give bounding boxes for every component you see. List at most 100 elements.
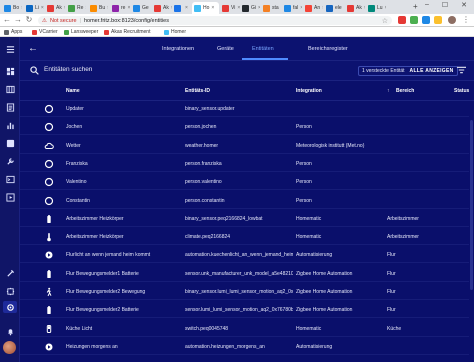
extension-icon[interactable] [422,16,430,24]
extension-icon[interactable] [398,16,406,24]
browser-tab[interactable]: Ak× [152,2,172,14]
table-row[interactable]: Heizungen morgens an automation.heizungen… [20,339,474,355]
browser-tab[interactable]: Lu× [366,2,386,14]
overview-icon[interactable] [3,65,17,77]
tab-close-icon[interactable]: × [107,5,108,11]
tab-close-icon[interactable]: × [127,5,130,11]
tab-close-icon[interactable]: × [41,5,44,11]
browser-tab[interactable]: An× [303,2,323,14]
table-row[interactable]: Updater binary_sensor.updater [20,101,474,117]
hacs-icon[interactable] [3,137,17,149]
table-row[interactable]: Flurlicht an wenn jemand heim kommt autom… [20,247,474,264]
logbook-icon[interactable] [3,101,17,113]
developer-tools-icon[interactable] [3,267,17,279]
bookmark-item[interactable]: Akas Recruitment [104,29,150,35]
show-all-button[interactable]: ALLE ANZEIGEN [410,68,454,74]
browser-tab[interactable]: Ak× [45,2,65,14]
column-header-integration[interactable]: Integration [296,88,322,94]
terminal-icon[interactable] [3,173,17,185]
bookmark-item[interactable]: Homer [164,29,186,35]
tab-close-icon[interactable]: × [185,5,188,11]
tab-close-icon[interactable]: × [64,5,65,11]
minimize-button[interactable]: – [420,1,434,8]
tab-integrations[interactable]: Integrationen [162,46,194,52]
bookmark-item[interactable]: Apps [4,29,22,35]
forward-nav-icon[interactable]: → [13,15,23,24]
settings-gear-icon[interactable] [3,301,17,313]
table-row[interactable]: Wetter weather.homer Meteorologisk institu… [20,138,474,154]
supervisor-icon[interactable] [3,285,17,297]
column-header-status[interactable]: Status [454,88,469,94]
scrollbar-thumb[interactable] [470,120,473,290]
table-row[interactable]: Küche Licht switch.peq0045748 Homematic Küc… [20,321,474,337]
search-input[interactable] [44,66,244,73]
browser-tab[interactable]: Ge× [131,2,151,14]
tab-favicon-icon [112,4,119,12]
browser-tab[interactable]: ele × [324,2,344,14]
tab-title: An [314,5,321,11]
browser-tab[interactable]: × [172,2,192,14]
tab-close-icon[interactable]: × [385,5,386,11]
back-nav-icon[interactable]: ← [2,15,12,24]
tab-close-icon[interactable]: × [211,5,214,11]
bookmark-star-icon[interactable]: ☆ [382,17,388,25]
tab-close-icon[interactable]: × [364,5,365,11]
browser-tab[interactable]: Re× [66,2,86,14]
extension-icon[interactable] [434,16,442,24]
column-header-name[interactable]: Name [66,88,80,94]
browser-tab[interactable]: Ho × [192,2,219,14]
url-field[interactable]: ⚠ Not secure | homer.fritz.box:8123/conf… [38,16,392,25]
tab-close-icon[interactable]: × [322,5,323,11]
user-avatar[interactable] [3,341,16,354]
browser-tab[interactable]: Li × [24,2,44,14]
profile-avatar[interactable] [448,16,456,24]
close-window-button[interactable]: ✕ [457,1,471,9]
notifications-bell-icon[interactable] [3,325,17,337]
browser-tab[interactable]: Gi × [240,2,260,14]
browser-tab[interactable]: re × [110,2,130,14]
filter-icon[interactable] [457,66,466,76]
table-row[interactable]: Jochen person.jochen Person [20,119,474,136]
table-row[interactable]: Arbeitszimmer Heizkörper climate.peq21668… [20,229,474,246]
browser-tab[interactable]: Bu× [88,2,108,14]
tab-title: ele [335,5,342,11]
cell-integration: Zigbee Home Automation [296,270,353,277]
table-row[interactable]: Flur Bewegungsmelder2 Batterie sensor.lum… [20,302,474,319]
menu-icon[interactable] [3,43,17,55]
table-row[interactable]: Constantin person.constantin Person [20,193,474,209]
extension-icon[interactable] [410,16,418,24]
tab-favicon-icon [263,4,270,12]
bookmark-item[interactable]: VCarrier [32,29,58,35]
media-icon[interactable] [3,191,17,203]
menu-dots-icon[interactable]: ⋮ [461,15,471,24]
tools-icon[interactable] [3,155,17,167]
table-row[interactable]: Flur Bewegungsmelder2 Bewegung binary_sen… [20,284,474,300]
bookmark-item[interactable]: Lansweeper [64,29,98,35]
tab-devices[interactable]: Geräte [217,46,234,52]
column-header-area[interactable]: Bereich [396,88,414,94]
cell-name: Flurlicht an wenn jemand heim kommt [66,252,151,259]
reload-icon[interactable]: ↻ [24,15,34,24]
tab-entities[interactable]: Entitäten [252,46,274,52]
browser-tab[interactable]: fal × [282,2,302,14]
tab-close-icon[interactable]: × [300,5,302,11]
table-row[interactable]: Flur Bewegungsmelder1 Batterie sensor.unk… [20,266,474,282]
tab-close-icon[interactable]: × [85,5,86,11]
maximize-button[interactable]: ☐ [438,1,452,9]
table-row[interactable]: Arbeitszimmer Heizkörper binary_sensor.pe… [20,211,474,227]
tab-areas[interactable]: Bereichsregister [308,46,348,52]
new-tab-button[interactable]: + [413,2,418,11]
tab-close-icon[interactable]: × [258,5,260,11]
back-arrow-icon[interactable]: ← [28,43,38,54]
table-row[interactable]: Franziska person.franziska Person [20,156,474,172]
cell-name: Küche Licht [66,325,93,332]
map-icon[interactable] [3,83,17,95]
browser-tab[interactable]: sta × [261,2,281,14]
browser-tab[interactable]: Ak× [345,2,365,14]
browser-tab[interactable]: Bo× [2,2,22,14]
column-header-entity-id[interactable]: Entitäts-ID [185,88,210,94]
history-icon[interactable] [3,119,17,131]
tab-close-icon[interactable]: × [21,5,22,11]
table-row[interactable]: Valentino person.valentino Person [20,174,474,191]
browser-tab[interactable]: Vi × [220,2,240,14]
